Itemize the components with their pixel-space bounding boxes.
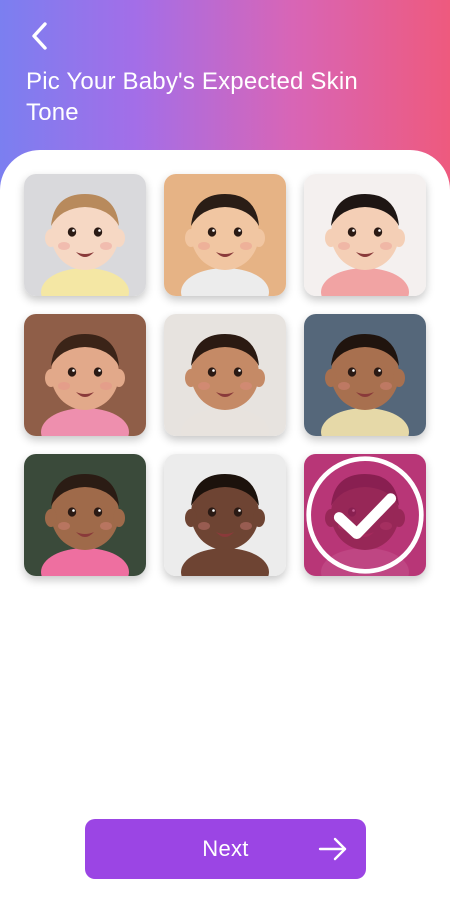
- arrow-right-icon: [318, 837, 347, 861]
- baby-photo: [304, 174, 426, 296]
- baby-photo: [24, 314, 146, 436]
- baby-photo: [164, 314, 286, 436]
- baby-photo: [24, 454, 146, 576]
- chevron-left-icon: [32, 22, 47, 50]
- skin-tone-option[interactable]: [304, 314, 426, 436]
- next-button-label: Next: [202, 836, 249, 861]
- skin-tone-option[interactable]: [24, 314, 146, 436]
- baby-photo: [164, 454, 286, 576]
- check-circle-icon: [306, 456, 424, 574]
- skin-tone-option[interactable]: [304, 174, 426, 296]
- baby-photo: [24, 174, 146, 296]
- back-button[interactable]: [24, 20, 56, 52]
- skin-tone-option[interactable]: [164, 174, 286, 296]
- skin-tone-option[interactable]: [164, 314, 286, 436]
- skin-tone-option[interactable]: [304, 454, 426, 576]
- next-button[interactable]: Next: [85, 819, 366, 879]
- skin-tone-option[interactable]: [24, 454, 146, 576]
- skin-tone-option[interactable]: [164, 454, 286, 576]
- baby-photo: [304, 314, 426, 436]
- page-title: Pic Your Baby's Expected Skin Tone: [26, 68, 358, 126]
- skin-tone-option[interactable]: [24, 174, 146, 296]
- selected-overlay: [304, 454, 426, 576]
- baby-photo: [164, 174, 286, 296]
